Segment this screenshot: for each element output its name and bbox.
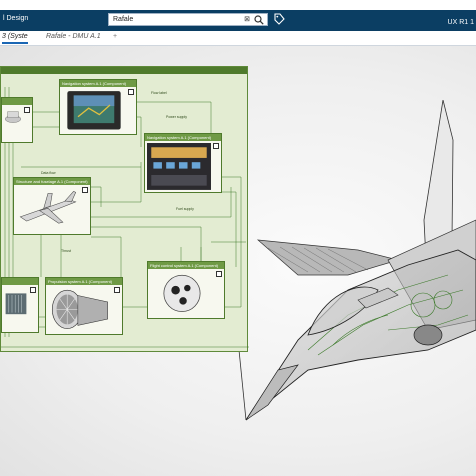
- component-bottom-left[interactable]: [1, 277, 39, 333]
- expand-button[interactable]: [128, 89, 134, 95]
- component-propulsion[interactable]: Propulsion system A.1 (Component): [45, 277, 123, 335]
- add-tab-button[interactable]: +: [113, 33, 117, 40]
- component-navigation-1[interactable]: Navigation system A.1 (Component): [59, 79, 137, 135]
- flow-label: Power supply: [166, 115, 188, 119]
- component-navigation-2[interactable]: Navigation system A.1 (Component): [144, 133, 222, 193]
- component-title: Navigation system A.1 (Component): [60, 80, 136, 87]
- expand-button[interactable]: [82, 187, 88, 193]
- equipment-icon: [5, 111, 21, 123]
- left-wing: [256, 239, 400, 276]
- search-input[interactable]: Rafale ⊠: [108, 13, 268, 26]
- cockpit-icon: [147, 143, 211, 190]
- nose-cone: [245, 364, 299, 421]
- engine-intake: [413, 324, 443, 346]
- tab-system[interactable]: 3 (Syste: [2, 33, 28, 44]
- flow-label: Fuel supply: [176, 207, 194, 211]
- app-title: l Design: [3, 15, 29, 22]
- expand-button[interactable]: [30, 287, 36, 293]
- expand-button[interactable]: [114, 287, 120, 293]
- airliner-icon: [19, 190, 77, 224]
- user-label: UX R1 1: [447, 19, 474, 26]
- expand-button[interactable]: [213, 143, 219, 149]
- search-value: Rafale: [113, 16, 134, 23]
- expand-button[interactable]: [24, 107, 30, 113]
- top-bar: l Design Rafale ⊠ UX R1 1: [0, 10, 476, 31]
- clear-icon[interactable]: ⊠: [244, 15, 250, 23]
- component-title: Structure and fuselage A.1 (Component): [14, 178, 90, 185]
- display-unit-icon: [67, 91, 121, 130]
- tab-rafale-dmu[interactable]: Rafale - DMU A.1: [46, 33, 101, 40]
- component-structure[interactable]: Structure and fuselage A.1 (Component): [13, 177, 91, 235]
- engine-core-icon: [5, 293, 27, 315]
- expand-button[interactable]: [216, 271, 222, 277]
- aircraft-3d-model[interactable]: [238, 100, 476, 430]
- component-title: Propulsion system A.1 (Component): [46, 278, 122, 285]
- component-flight-control[interactable]: Flight control system A.1 (Component): [147, 261, 225, 319]
- sensor-ball-icon: [163, 274, 201, 312]
- component-title: Navigation system A.1 (Component): [145, 134, 221, 141]
- turbofan-icon: [51, 289, 108, 329]
- system-diagram[interactable]: Navigation system A.1 (Component) Naviga…: [0, 66, 249, 352]
- component-left-small[interactable]: [1, 97, 33, 143]
- tab-bar: 3 (Syste Rafale - DMU A.1 +: [0, 31, 476, 46]
- component-title: Flight control system A.1 (Component): [148, 262, 224, 269]
- flow-label: Data flow: [41, 171, 56, 175]
- tag-icon[interactable]: [273, 13, 285, 26]
- flow-label: Flow label: [151, 91, 167, 95]
- search-icon[interactable]: [254, 15, 264, 25]
- flow-label: Thrust: [61, 249, 71, 253]
